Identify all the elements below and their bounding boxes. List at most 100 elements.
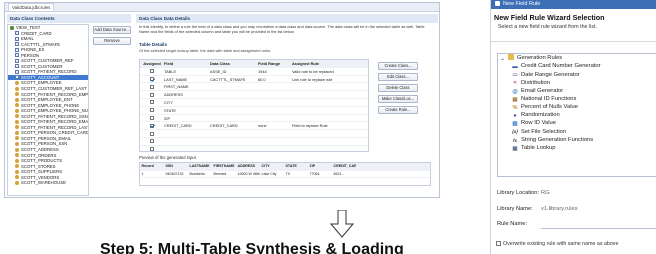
column-icon bbox=[15, 164, 19, 169]
column-header[interactable]: Field Range bbox=[256, 60, 290, 67]
table-icon bbox=[15, 53, 19, 58]
assigned-cell[interactable] bbox=[140, 99, 162, 106]
column-icon bbox=[15, 153, 19, 158]
chevron-down-icon[interactable]: ⌄ bbox=[500, 56, 505, 62]
assigned-checkbox[interactable] bbox=[150, 131, 154, 136]
wizard-list-item[interactable]: ▤ National ID Functions bbox=[498, 95, 656, 103]
column-icon bbox=[15, 97, 19, 102]
assigned-checkbox[interactable] bbox=[150, 84, 154, 89]
rule-wizard-list[interactable]: ⌄ Generation Rules ▬ Credit Card Number Gen… bbox=[497, 53, 656, 177]
preview-row: 1 940457132 Bomberto Bernard 12600 W 48th TH… bbox=[140, 171, 430, 179]
wizard-group[interactable]: ⌄ Generation Rules bbox=[498, 54, 656, 62]
tree-item[interactable]: SCOTT_WAREHOUSE bbox=[8, 180, 88, 186]
table-row[interactable] bbox=[140, 138, 368, 146]
table-row[interactable]: LAST_NAME CACTTTL_STMAFE 60.0 Link rule to … bbox=[140, 76, 368, 84]
table-row[interactable]: CITY bbox=[140, 99, 368, 107]
assigned-cell[interactable] bbox=[140, 68, 162, 75]
rule-name-field[interactable] bbox=[541, 222, 656, 229]
table-cell bbox=[256, 146, 290, 151]
assigned-checkbox[interactable] bbox=[150, 92, 154, 97]
tree-item-label: SCOTT_EMPLOYEE_PHONE_NUM bbox=[21, 108, 88, 114]
assigned-checkbox[interactable] bbox=[150, 77, 154, 82]
editor-tab[interactable]: ValidData.jdbcrules bbox=[8, 3, 55, 11]
table-cell bbox=[162, 138, 208, 145]
table-row[interactable]: STATE bbox=[140, 107, 368, 115]
field-assignment-table[interactable]: Assigned Field Data Class Field Range Assign… bbox=[139, 59, 369, 152]
wizard-subtitle: Select a new field rule wizard from the … bbox=[498, 24, 597, 30]
column-header[interactable]: Field bbox=[162, 60, 208, 67]
details-action-button[interactable]: Delete Class bbox=[378, 84, 418, 92]
assigned-cell[interactable] bbox=[140, 122, 162, 129]
wizard-item-label: National ID Functions bbox=[521, 95, 577, 102]
assigned-checkbox[interactable] bbox=[150, 100, 154, 105]
assigned-cell[interactable] bbox=[140, 107, 162, 114]
table-cell bbox=[290, 115, 368, 122]
preview-table[interactable]: Record SSN LASTNAME FIRSTNAME ADDRESS CITY STA… bbox=[139, 162, 431, 186]
table-cell bbox=[256, 107, 290, 114]
assigned-cell[interactable] bbox=[140, 83, 162, 90]
assigned-cell[interactable] bbox=[140, 76, 162, 83]
dialog-title: New Field Rule bbox=[503, 1, 541, 7]
tree-item-label: SCOTT_SUPPLIERS bbox=[21, 169, 63, 175]
preview-column-header: ADDRESS bbox=[237, 164, 256, 168]
wizard-list-item[interactable]: {x} Set File Selection bbox=[498, 128, 656, 136]
table-row[interactable]: ZIP bbox=[140, 115, 368, 123]
table-details-subtitle: Of the selected target lookup table, the… bbox=[139, 48, 272, 53]
assigned-cell[interactable] bbox=[140, 115, 162, 122]
assigned-cell[interactable] bbox=[140, 146, 162, 151]
wizard-list-item[interactable]: ▭ Date Range Generator bbox=[498, 71, 656, 79]
table-row[interactable]: FIRST_NAME bbox=[140, 83, 368, 92]
assigned-cell[interactable] bbox=[140, 91, 162, 98]
table-cell bbox=[256, 138, 290, 145]
details-action-button[interactable]: Make Class/Loc... bbox=[378, 95, 418, 103]
table-icon bbox=[15, 47, 19, 52]
library-name-value[interactable]: v1.library.rules bbox=[541, 206, 578, 212]
table-row[interactable] bbox=[140, 130, 368, 138]
remove-button[interactable]: Remove bbox=[93, 37, 131, 45]
wizard-list-item[interactable]: < Distribution bbox=[498, 79, 656, 87]
table-cell bbox=[256, 115, 290, 122]
tree-item-label: PHONE_ES bbox=[21, 47, 45, 53]
wizard-list-item[interactable]: ▦ Table Lookup bbox=[498, 144, 656, 152]
preview-cell: 12600 W 48th TH bbox=[237, 171, 261, 176]
table-cell: 60.0 bbox=[258, 76, 266, 82]
column-header[interactable]: Assigned bbox=[140, 60, 162, 67]
wizard-list-item[interactable]: % Percent of Nulls Value bbox=[498, 103, 656, 111]
column-header[interactable]: Data Class bbox=[208, 60, 256, 67]
table-cell: ADDRESS bbox=[164, 92, 183, 98]
assigned-checkbox[interactable] bbox=[150, 147, 154, 151]
wizard-list-item[interactable]: @ Email Generator bbox=[498, 87, 656, 95]
wizard-item-label: Percent of Nulls Value bbox=[521, 104, 578, 111]
table-row[interactable] bbox=[140, 146, 368, 151]
library-location-value[interactable]: RG bbox=[541, 190, 550, 196]
assigned-checkbox[interactable] bbox=[150, 139, 154, 144]
overwrite-checkbox[interactable] bbox=[496, 241, 501, 246]
wizard-list-item[interactable]: ▥ Row ID Value bbox=[498, 119, 656, 127]
preview-cell: Lake City bbox=[261, 171, 277, 176]
table-row[interactable]: CREDIT_CARD CREDIT_CARD none Field to repla… bbox=[140, 122, 368, 131]
table-row[interactable]: TABLE ASSE_ID 1944 Valid rule to be replace… bbox=[140, 68, 368, 76]
details-action-button[interactable]: Create Class... bbox=[378, 62, 418, 70]
table-cell bbox=[256, 99, 290, 106]
wizard-group-label: Generation Rules bbox=[517, 55, 563, 62]
details-action-button[interactable]: Create Rule... bbox=[378, 106, 418, 114]
preview-header-row: Record SSN LASTNAME FIRSTNAME ADDRESS CITY STA… bbox=[140, 163, 430, 171]
add-data-source-button[interactable]: Add Data Source... bbox=[93, 26, 131, 34]
column-header[interactable]: Assigned Rule bbox=[290, 60, 368, 67]
assigned-cell[interactable] bbox=[140, 130, 162, 137]
column-icon bbox=[15, 80, 19, 85]
assigned-checkbox[interactable] bbox=[150, 108, 154, 113]
data-source-tree[interactable]: VIEW_TEST CREDIT_CARD EMAIL CACTTTL_STMAFE P… bbox=[7, 24, 89, 196]
wizard-list-item[interactable]: fx String Generation Functions bbox=[498, 136, 656, 144]
overwrite-option[interactable]: Overwrite existing rule with same name a… bbox=[496, 241, 618, 247]
preview-cell: 1 bbox=[141, 171, 144, 176]
table-details-title: Table Details bbox=[139, 42, 167, 47]
wizard-list-item[interactable]: ● Randomization bbox=[498, 111, 656, 119]
details-action-button[interactable]: Edit Class... bbox=[378, 73, 418, 81]
assigned-checkbox[interactable] bbox=[150, 123, 154, 128]
assigned-checkbox[interactable] bbox=[150, 69, 154, 74]
assigned-checkbox[interactable] bbox=[150, 116, 154, 121]
table-row[interactable]: ADDRESS bbox=[140, 91, 368, 99]
wizard-list-item[interactable]: ▬ Credit Card Number Generator bbox=[498, 62, 656, 70]
assigned-cell[interactable] bbox=[140, 138, 162, 145]
